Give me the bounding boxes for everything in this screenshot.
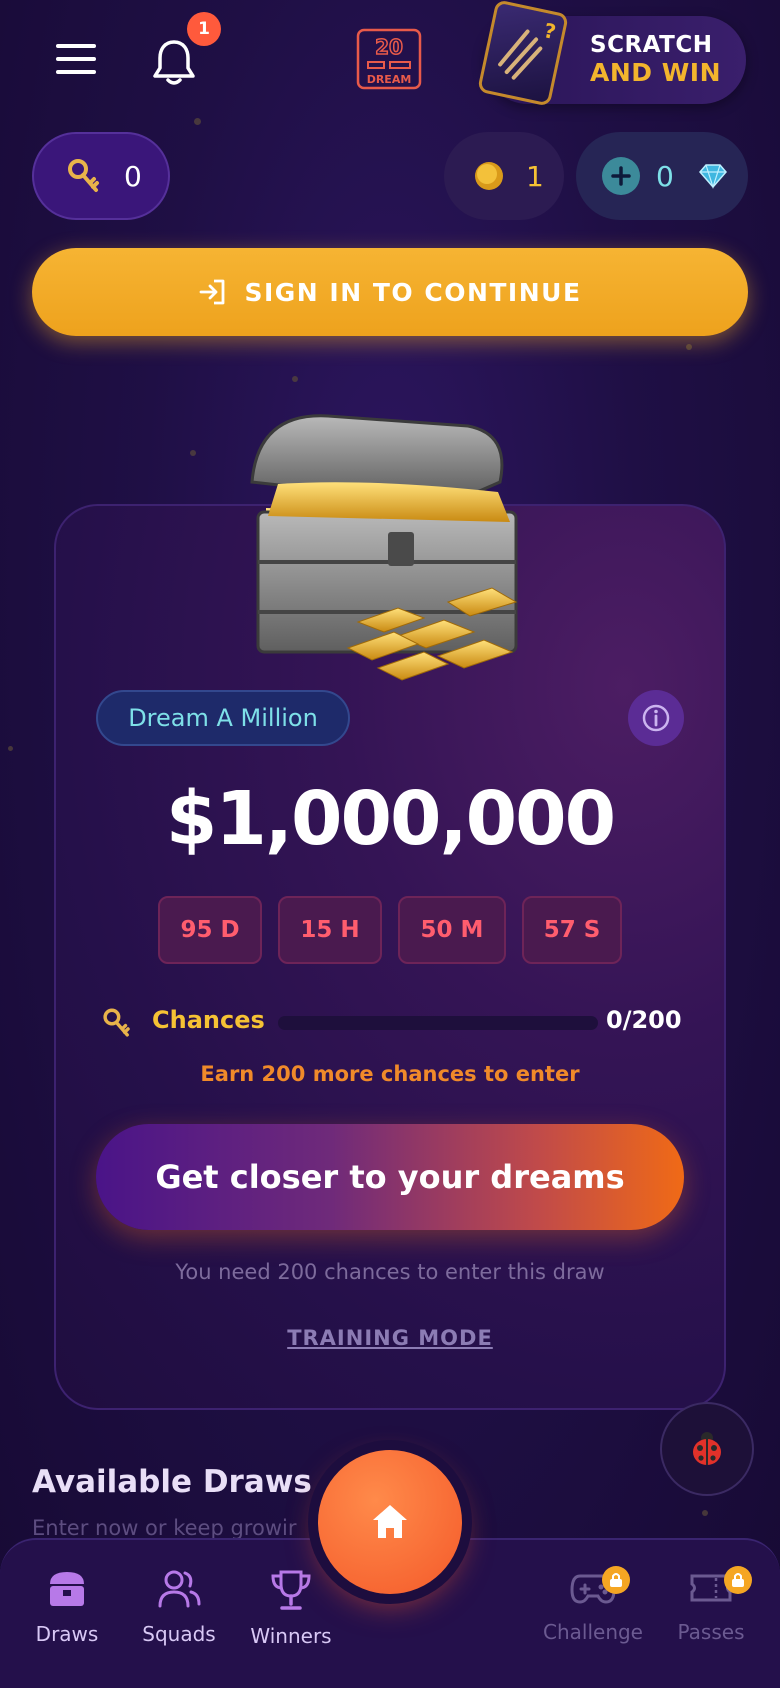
keys-balance[interactable]: 0 bbox=[32, 132, 170, 220]
svg-text:?: ? bbox=[542, 18, 558, 44]
notification-badge: 1 bbox=[187, 12, 221, 46]
sign-in-icon bbox=[200, 279, 225, 305]
countdown-seconds: 57 S bbox=[522, 896, 622, 964]
sign-in-label: SIGN IN TO CONTINUE bbox=[244, 277, 582, 307]
app-logo[interactable]: 20 DREAM bbox=[356, 28, 422, 90]
add-gems-button[interactable] bbox=[602, 157, 640, 195]
svg-text:20: 20 bbox=[375, 35, 403, 59]
keys-count: 0 bbox=[124, 159, 142, 193]
chest-icon bbox=[50, 1572, 84, 1606]
key-icon bbox=[68, 159, 99, 192]
ladybug-icon bbox=[693, 1432, 721, 1465]
nav-winners[interactable]: Winners bbox=[236, 1568, 346, 1648]
lock-icon bbox=[724, 1566, 752, 1594]
diamond-icon bbox=[698, 164, 727, 189]
decor-dot bbox=[194, 118, 201, 125]
gems-count: 0 bbox=[656, 159, 674, 193]
prize-amount: $1,000,000 bbox=[165, 776, 616, 862]
nav-draws-label: Draws bbox=[35, 1622, 99, 1646]
scratch-label-line2: AND WIN bbox=[590, 58, 722, 87]
nav-challenge[interactable]: Challenge bbox=[538, 1566, 648, 1644]
chances-progress-bar bbox=[278, 1016, 598, 1030]
nav-squads-label: Squads bbox=[142, 1622, 216, 1646]
nav-squads[interactable]: Squads bbox=[124, 1568, 234, 1646]
draw-info-button[interactable] bbox=[628, 690, 684, 746]
nav-draws[interactable]: Draws bbox=[12, 1568, 122, 1646]
plus-icon bbox=[611, 166, 631, 186]
gems-balance[interactable]: 0 bbox=[576, 132, 748, 220]
training-mode-link[interactable]: TRAINING MODE bbox=[54, 1326, 726, 1350]
nav-passes[interactable]: Passes bbox=[656, 1566, 766, 1644]
decor-dot bbox=[8, 746, 13, 751]
scratch-label-line1: SCRATCH bbox=[590, 32, 713, 58]
chances-label: Chances bbox=[152, 1006, 265, 1034]
requirement-text: You need 200 chances to enter this draw bbox=[175, 1260, 605, 1284]
report-bug-button[interactable] bbox=[660, 1402, 754, 1496]
info-icon bbox=[642, 704, 670, 732]
countdown-minutes: 50 M bbox=[398, 896, 506, 964]
draw-name-tag: Dream A Million bbox=[96, 690, 350, 746]
decor-dot bbox=[686, 344, 692, 350]
users-icon bbox=[158, 1570, 201, 1608]
notifications-button[interactable] bbox=[150, 36, 198, 88]
countdown-days: 95 D bbox=[158, 896, 262, 964]
nav-passes-label: Passes bbox=[677, 1620, 745, 1644]
nav-winners-label: Winners bbox=[250, 1624, 332, 1648]
home-icon bbox=[373, 1505, 407, 1538]
chances-value: 0/200 bbox=[606, 1006, 682, 1034]
home-button[interactable] bbox=[318, 1450, 462, 1594]
available-draws-title: Available Draws bbox=[32, 1464, 312, 1500]
menu-button[interactable] bbox=[56, 44, 96, 76]
decor-dot bbox=[292, 376, 298, 382]
coins-balance[interactable]: 1 bbox=[444, 132, 564, 220]
get-closer-button[interactable]: Get closer to your dreams bbox=[96, 1124, 684, 1230]
decor-dot bbox=[702, 1510, 708, 1516]
countdown-hours: 15 H bbox=[278, 896, 382, 964]
chances-key-icon bbox=[103, 1008, 130, 1037]
trophy-icon bbox=[271, 1570, 311, 1610]
treasure-chest-image bbox=[248, 412, 538, 682]
lock-icon bbox=[602, 1566, 630, 1594]
coins-count: 1 bbox=[526, 159, 544, 193]
earn-more-text: Earn 200 more chances to enter bbox=[200, 1062, 580, 1086]
decor-dot bbox=[190, 450, 196, 456]
available-draws-subtitle: Enter now or keep growir bbox=[32, 1516, 297, 1540]
sign-in-button[interactable]: SIGN IN TO CONTINUE bbox=[32, 248, 748, 336]
coin-icon bbox=[475, 162, 503, 190]
nav-challenge-label: Challenge bbox=[543, 1620, 643, 1644]
bell-icon bbox=[153, 40, 195, 85]
svg-text:DREAM: DREAM bbox=[367, 73, 412, 86]
